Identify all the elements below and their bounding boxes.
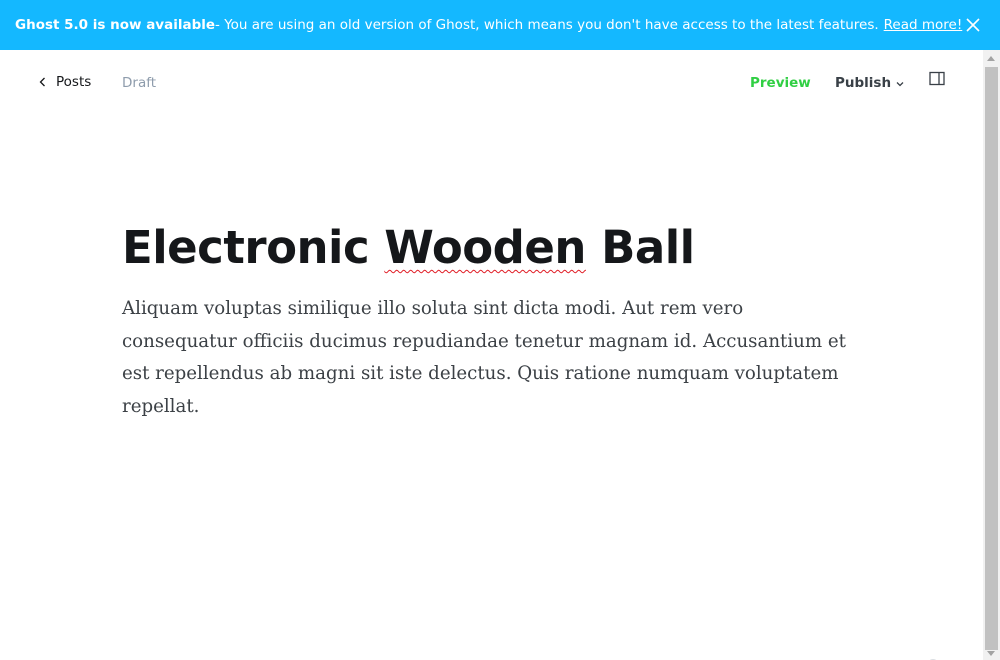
title-misspelled-word: Wooden — [384, 221, 586, 274]
title-part-2: Ball — [585, 221, 695, 274]
upgrade-banner: Ghost 5.0 is now available - You are usi… — [0, 0, 1000, 50]
banner-message: - You are using an old version of Ghost,… — [215, 17, 879, 33]
scroll-down-arrow-icon[interactable] — [987, 651, 995, 656]
chevron-down-icon — [896, 82, 904, 87]
post-body[interactable]: Aliquam voluptas similique illo soluta s… — [122, 293, 862, 423]
post-status: Draft — [122, 75, 157, 91]
chevron-left-icon — [39, 77, 45, 87]
scrollbar[interactable] — [983, 50, 1000, 660]
sidebar-toggle-icon[interactable] — [929, 71, 945, 87]
banner-title: Ghost 5.0 is now available — [15, 17, 216, 33]
bottom-controls — [895, 650, 955, 660]
editor-topbar: Posts Draft Preview Publish — [0, 50, 983, 116]
post-title[interactable]: Electronic Wooden Ball — [122, 220, 862, 276]
back-label: Posts — [56, 74, 92, 90]
read-more-link[interactable]: Read more! — [884, 17, 963, 33]
title-part-1: Electronic — [122, 221, 385, 274]
close-icon[interactable] — [964, 16, 982, 34]
editor-content[interactable]: Electronic Wooden Ball Aliquam voluptas … — [122, 220, 862, 423]
preview-button[interactable]: Preview — [750, 75, 811, 91]
scrollbar-thumb[interactable] — [985, 67, 998, 650]
back-to-posts-link[interactable]: Posts — [38, 74, 91, 90]
scroll-up-arrow-icon[interactable] — [987, 56, 995, 61]
publish-label: Publish — [835, 75, 892, 91]
publish-menu-button[interactable]: Publish — [835, 75, 905, 91]
